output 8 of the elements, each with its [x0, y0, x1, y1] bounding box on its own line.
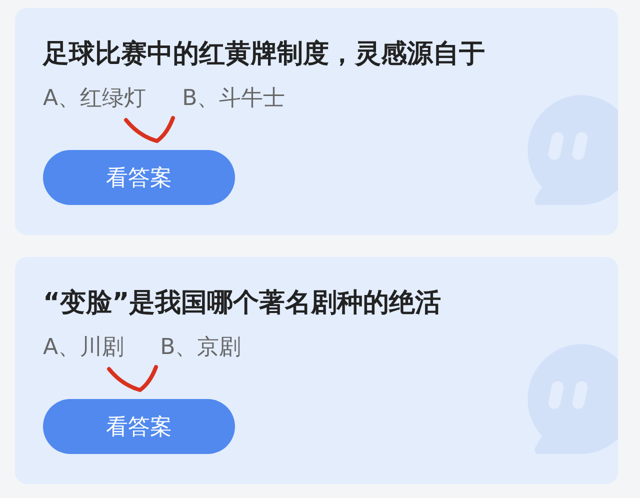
view-answer-button[interactable]: 看答案 [43, 150, 235, 205]
answer-option: B、斗牛士 [182, 84, 286, 114]
view-answer-button[interactable]: 看答案 [43, 399, 235, 454]
question-text: “变脸”是我国哪个著名剧种的绝活 [43, 287, 442, 320]
answer-option: B、京剧 [160, 333, 242, 363]
answer-option: A、川剧 [43, 333, 124, 363]
answer-option: A、红绿灯 [43, 84, 146, 114]
question-text: 足球比赛中的红黄牌制度，灵感源自于 [43, 38, 486, 71]
